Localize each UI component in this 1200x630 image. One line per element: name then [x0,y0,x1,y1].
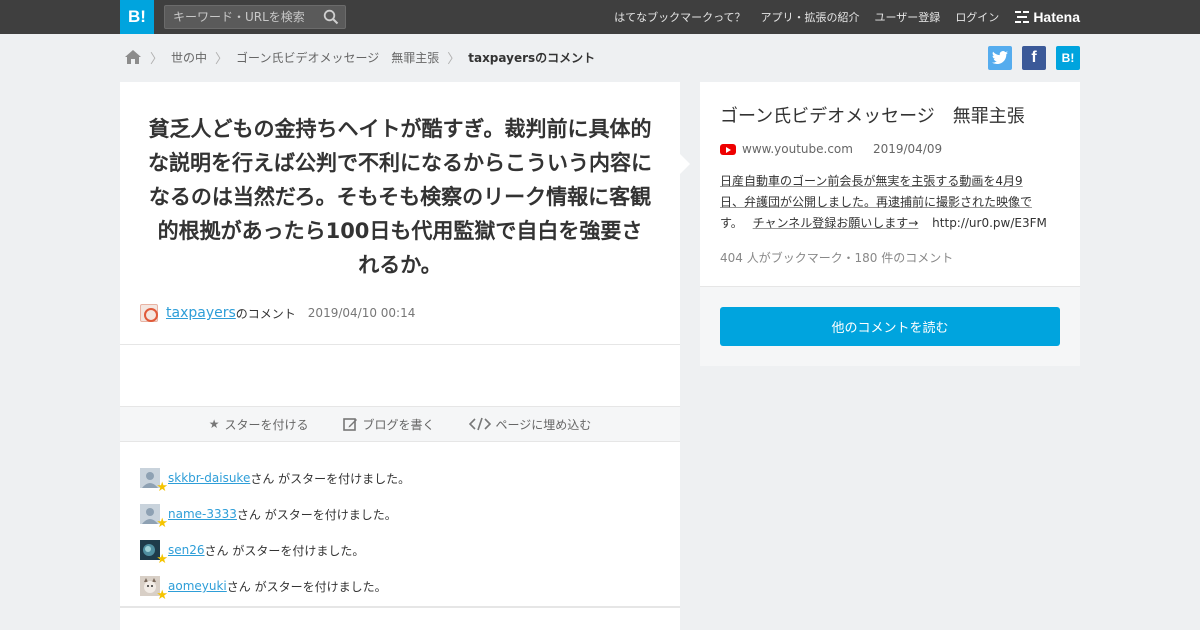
youtube-icon [720,143,736,155]
nav-apps[interactable]: アプリ・拡張の紹介 [761,9,860,25]
search-icon[interactable] [323,9,339,25]
search-input[interactable] [173,8,313,26]
hatena-link[interactable]: Hatena [1015,9,1080,25]
entry-desc-line: 日産自動車のゴーン前会長が無実を主張する動画を4月9 [720,174,1023,188]
nav-register[interactable]: ユーザー登録 [875,9,941,25]
comment-user-suffix: のコメント [235,306,296,321]
breadcrumb-category[interactable]: 世の中 [171,49,207,66]
list-item: ★ skkbr-daisuke さん がスターを付けました。 [140,460,410,496]
list-item: ★ name-3333 さん がスターを付けました。 [140,496,410,532]
share-buttons: f B! [978,46,1080,70]
nav-login[interactable]: ログイン [955,9,999,25]
avatar[interactable] [140,304,158,322]
twitter-share-button[interactable] [988,46,1012,70]
add-star-label: スターを付ける [224,417,309,432]
embed-button[interactable]: ページに埋め込む [468,416,592,433]
entry-description: 日産自動車のゴーン前会長が無実を主張する動画を4月9 日、弁護団が公開しました。… [720,171,1065,234]
entry-title[interactable]: ゴーン氏ビデオメッセージ 無罪主張 [720,102,1025,128]
code-icon [468,417,491,431]
avatar[interactable]: ★ [140,468,168,495]
entry-date: 2019/04/09 [872,142,943,156]
star-icon: ★ [208,417,220,431]
twitter-icon [992,51,1008,65]
breadcrumb-current: taxpayersのコメント [468,50,596,65]
comment-meta: taxpayers のコメント 2019/04/10 00:14 [140,304,415,322]
star-text: さん がスターを付けました。 [226,579,387,594]
star-list: ★ skkbr-daisuke さん がスターを付けました。 ★ name-33… [140,460,410,604]
entry-desc-line: す。 [720,216,743,230]
hatena-label: Hatena [1033,9,1080,25]
avatar[interactable]: ★ [140,540,168,567]
home-icon[interactable] [124,49,142,65]
facebook-share-button[interactable]: f [1022,46,1046,70]
hatebu-logo[interactable]: B! [120,0,154,34]
breadcrumb-entry[interactable]: ゴーン氏ビデオメッセージ 無罪主張 [236,49,439,66]
avatar[interactable]: ★ [140,504,168,531]
avatar[interactable]: ★ [140,576,168,603]
star-user-link[interactable]: name-3333 [168,507,237,521]
chevron-right-icon: 〉 [447,51,461,67]
star-icon: ★ [156,480,168,495]
star-icon: ★ [156,516,168,531]
star-text: さん がスターを付けました。 [204,543,365,558]
entry-desc-line: 日、弁護団が公開しました。再逮捕前に撮影された映像で [720,195,1033,209]
entry-desc-line: チャンネル登録お願いします→ [752,216,919,230]
search-box [164,5,346,29]
list-item: ★ sen26 さん がスターを付けました。 [140,532,410,568]
divider [120,606,680,608]
comment-text: 貧乏人どもの金持ちヘイトが酷すぎ。裁判前に具体的な説明を行えば公判で不利になるか… [148,117,652,277]
embed-label: ページに埋め込む [495,417,592,432]
write-blog-button[interactable]: ブログを書く [342,416,435,433]
top-bar: B! はてなブックマークって？ アプリ・拡張の紹介 ユーザー登録 ログイン Ha… [0,0,1200,34]
action-bar: ★ スターを付ける ブログを書く ページに埋め込む [120,406,680,442]
edit-icon [342,418,357,431]
bookmark-count[interactable]: 404 人がブックマーク・180 件のコメント [720,249,953,266]
star-user-link[interactable]: sen26 [168,543,205,557]
top-nav: はてなブックマークって？ アプリ・拡張の紹介 ユーザー登録 ログイン Haten… [599,0,1080,34]
divider [120,344,680,345]
entry-domain[interactable]: www.youtube.com [742,142,853,156]
star-icon: ★ [156,552,168,567]
add-star-button[interactable]: ★ スターを付ける [209,416,309,433]
entry-source: www.youtube.com 2019/04/09 [720,142,942,156]
chevron-right-icon: 〉 [150,51,164,67]
star-user-link[interactable]: aomeyuki [168,579,227,593]
comment-card: 貧乏人どもの金持ちヘイトが酷すぎ。裁判前に具体的な説明を行えば公判で不利になるか… [120,82,690,630]
hatebu-share-button[interactable]: B! [1056,46,1080,70]
list-item: ★ aomeyuki さん がスターを付けました。 [140,568,410,604]
comment-timestamp: 2019/04/10 00:14 [307,306,416,320]
entry-desc-url: http://ur0.pw/E3FM [932,216,1047,230]
write-blog-label: ブログを書く [362,417,435,432]
entry-footer: 他のコメントを読む [700,286,1080,366]
star-text: さん がスターを付けました。 [236,507,397,522]
entry-card: ゴーン氏ビデオメッセージ 無罪主張 www.youtube.com 2019/0… [700,82,1080,366]
star-text: さん がスターを付けました。 [250,471,411,486]
nav-about[interactable]: はてなブックマークって？ [614,9,745,25]
star-icon: ★ [156,588,168,603]
breadcrumb: 〉 世の中 〉 ゴーン氏ビデオメッセージ 無罪主張 〉 taxpayersのコメ… [124,46,595,68]
read-more-comments-button[interactable]: 他のコメントを読む [720,307,1060,346]
comment-user-link[interactable]: taxpayers [166,305,236,321]
chevron-right-icon: 〉 [215,51,229,67]
star-user-link[interactable]: skkbr-daisuke [168,471,250,485]
hatena-logo-icon [1015,11,1030,23]
